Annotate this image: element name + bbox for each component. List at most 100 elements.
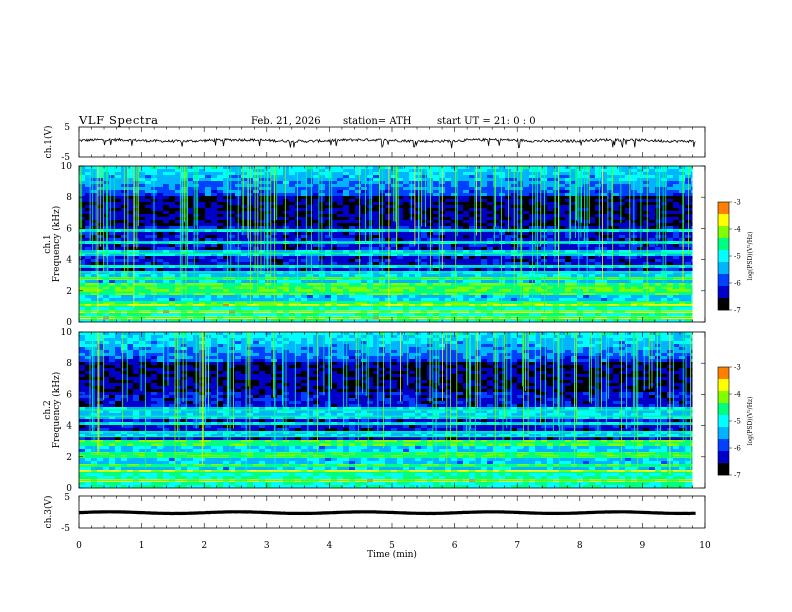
spectrogram-cell [469,199,475,202]
spectrogram-cell [361,319,367,322]
spectrogram-cell [385,166,391,169]
spectrogram-cell [145,319,151,322]
spectrogram-cell [595,256,601,259]
spectrogram-cell [445,319,451,322]
spectrogram-cell [493,262,499,265]
spectrogram-cell [229,202,235,205]
spectrogram-cell [337,205,343,208]
spectrogram-cell [397,244,403,247]
spectrogram-cell [601,217,607,220]
spectrogram-cell [217,244,223,247]
spectrogram-cell [499,235,505,238]
spectrogram-cell [145,181,151,184]
spectrogram-cell [367,307,373,310]
spectrogram-cell [415,205,421,208]
spectrogram-cell [601,235,607,238]
spectrogram-cell [211,244,217,247]
spectrogram-cell [481,262,487,265]
spectrogram-cell [211,214,217,217]
spectrogram-cell [115,220,121,223]
spectrogram-cell [535,250,541,253]
spectrogram-cell [145,274,151,277]
spectrogram-cell [445,220,451,223]
spectrogram-cell [529,307,535,310]
spectrogram-cell [199,190,205,193]
spectrogram-cell [361,244,367,247]
spectrogram-cell [229,214,235,217]
spectrogram-cell [337,193,343,196]
spectrogram-cell [205,169,211,172]
spectrogram-cell [559,214,565,217]
spectrogram-cell [415,247,421,250]
spectrogram-cell [427,232,433,235]
spectrogram-cell [493,250,499,253]
spectrogram-cell [373,232,379,235]
spectrogram-cell [229,187,235,190]
spectrogram-cell [499,232,505,235]
spectrogram-cell [157,196,163,199]
spectrogram-cell [373,289,379,292]
spectrogram-cell [271,307,277,310]
spectrogram-cell [475,274,481,277]
spectrogram-cell [613,196,619,199]
spectrogram-cell [463,220,469,223]
spectrogram-cell [349,274,355,277]
spectrogram-cell [631,247,637,250]
spectrogram-cell [547,280,553,283]
spectrogram-cell [277,274,283,277]
spectrogram-cell [349,214,355,217]
spectrogram-cell [289,214,295,217]
spectrogram-cell [439,313,445,316]
spectrogram-cell [595,232,601,235]
spectrogram-cell [211,175,217,178]
spectrogram-cell [427,193,433,196]
spectrogram-cell [331,307,337,310]
spectrogram-cell [349,175,355,178]
spectrogram-cell [343,166,349,169]
spectrogram-cell [247,250,253,253]
spectrogram-cell [559,313,565,316]
spectrogram-cell [589,232,595,235]
spectrogram-cell [469,307,475,310]
spectrogram-cell [343,262,349,265]
spectrogram-cell [613,178,619,181]
spectrogram-cell [565,259,571,262]
spectrogram-cell [607,250,613,253]
spectrogram-cell [265,307,271,310]
spectrogram-cell [445,274,451,277]
spectrogram-cell [307,181,313,184]
spectrogram-cell [115,298,121,301]
spectrogram-cell [487,256,493,259]
spectrogram-cell [595,289,601,292]
spectrogram-cell [529,259,535,262]
spectrogram-cell [529,199,535,202]
spectrogram-cell [361,184,367,187]
spectrogram-cell [529,208,535,211]
spectrogram-cell [223,220,229,223]
spectrogram-cell [409,238,415,241]
spectrogram-cell [637,250,643,253]
spectrogram-cell [223,175,229,178]
spectrogram-cell [271,313,277,316]
spectrogram-cell [139,247,145,250]
spectrogram-cell [313,184,319,187]
spectrogram-cell [277,199,283,202]
spectrogram-cell [277,235,283,238]
spectrogram-cell [229,313,235,316]
spectrogram-cell [481,199,487,202]
spectrogram-cell [277,232,283,235]
spectrogram-cell [625,289,631,292]
spectrogram-cell [361,223,367,226]
spectrogram-cell [523,223,529,226]
spectrogram-cell [427,247,433,250]
spectrogram-cell [613,289,619,292]
spectrogram-cell [463,298,469,301]
spectrogram-cell [559,232,565,235]
spectrogram-cell [325,289,331,292]
spectrogram-cell [409,184,415,187]
spectrogram-cell [433,238,439,241]
spectrogram-cell [409,232,415,235]
spectrogram-cell [433,226,439,229]
spectrogram-cell [325,295,331,298]
spectrogram-cell [433,313,439,316]
